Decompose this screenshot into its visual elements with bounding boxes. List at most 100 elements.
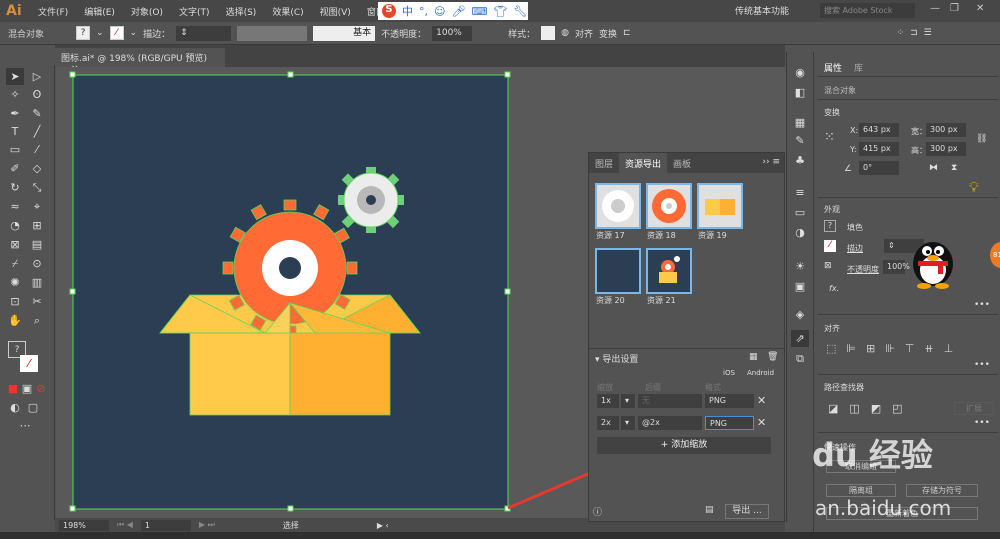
warp-tool-icon[interactable]: ≈ xyxy=(6,198,24,215)
scale-input[interactable]: 1x xyxy=(597,394,619,408)
scale-input[interactable]: 2x xyxy=(597,416,619,430)
stroke-label[interactable]: 描边 xyxy=(847,243,863,254)
menu-icon[interactable]: ☰ xyxy=(924,28,932,38)
asset-thumb[interactable] xyxy=(595,183,641,229)
asset-label[interactable]: 资源 17 xyxy=(596,230,625,241)
draw-mode-icon[interactable]: ◐ xyxy=(6,399,24,416)
menu-object[interactable]: 对象(O) xyxy=(123,5,171,18)
layers-icon[interactable]: ◈ xyxy=(791,306,809,323)
minimize-button[interactable]: — xyxy=(930,3,940,14)
emoji-icon[interactable]: ☺ xyxy=(434,5,445,18)
fx-button[interactable]: fx. xyxy=(829,284,839,293)
tab-properties[interactable]: 属性 xyxy=(818,57,849,78)
height-input[interactable]: 300 px xyxy=(926,142,966,156)
menu-select[interactable]: 选择(S) xyxy=(218,5,265,18)
status-arrow-icon[interactable]: ▶ ‹ xyxy=(377,521,389,530)
format-select[interactable]: PNG xyxy=(705,416,754,430)
status-mode[interactable]: 选择 xyxy=(283,520,299,531)
slice-tool-icon[interactable]: ✂ xyxy=(28,293,46,310)
asset-thumb[interactable] xyxy=(595,248,641,294)
stroke-color-icon[interactable]: ⁄ xyxy=(20,355,38,372)
opacity-input[interactable]: 100% xyxy=(432,25,473,41)
menu-effect[interactable]: 效果(C) xyxy=(264,5,311,18)
tab-asset-export[interactable]: 资源导出 xyxy=(619,153,668,173)
menu-view[interactable]: 视图(V) xyxy=(312,5,359,18)
suffix-input[interactable]: @2x xyxy=(638,416,702,430)
gradient-icon[interactable]: ▭ xyxy=(791,204,809,221)
brush-tool-icon[interactable]: ⁄ xyxy=(28,141,46,158)
flip-vertical-icon[interactable]: ⧗ xyxy=(951,163,957,173)
rotate-tool-icon[interactable]: ↻ xyxy=(6,179,24,196)
opacity-label[interactable]: 不透明度 xyxy=(847,264,879,275)
trash-icon[interactable]: 🗑︎ xyxy=(767,352,778,362)
suffix-input[interactable]: 无 xyxy=(638,394,702,408)
stroke-weight-input[interactable]: ⇕ xyxy=(176,25,232,41)
tab-layers[interactable]: 图层 xyxy=(589,153,619,173)
edit-toolbar-icon[interactable]: ⋯ xyxy=(16,417,34,434)
remove-scale-icon[interactable]: ✕ xyxy=(757,394,766,407)
asset-thumb[interactable] xyxy=(697,183,743,229)
grid-icon[interactable]: ⁘ xyxy=(897,28,905,38)
pen-tool-icon[interactable]: ✒ xyxy=(6,105,24,122)
appearance-icon[interactable]: ☀ xyxy=(791,258,809,275)
more-options-icon[interactable]: ••• xyxy=(974,418,990,428)
remove-scale-icon[interactable]: ✕ xyxy=(757,416,766,429)
screen-mode-icon[interactable]: ▢ xyxy=(24,399,42,416)
constrain-link-icon[interactable]: ⛓ xyxy=(976,134,987,144)
format-select[interactable]: PNG xyxy=(705,394,754,408)
opacity-input[interactable]: 100% xyxy=(883,260,910,274)
eraser-tool-icon[interactable]: ◇ xyxy=(28,160,46,177)
swatches-icon[interactable]: ▦ xyxy=(791,114,809,131)
preset-android[interactable]: Android xyxy=(747,369,774,377)
align-link[interactable]: 对齐 xyxy=(575,27,593,40)
asset-label[interactable]: 资源 19 xyxy=(698,230,727,241)
preset-ios[interactable]: iOS xyxy=(723,369,735,377)
pathfinder-icon[interactable]: ⊏ xyxy=(623,28,631,38)
variable-width-select[interactable] xyxy=(237,25,308,41)
scale-tool-icon[interactable]: ⤡ xyxy=(28,179,46,196)
ime-lang[interactable]: 中 xyxy=(402,3,413,19)
symbols-icon[interactable]: ♣ xyxy=(791,152,809,169)
rectangle-tool-icon[interactable]: ▭ xyxy=(6,141,24,158)
mesh-tool-icon[interactable]: ⊠ xyxy=(6,236,24,253)
shape-builder-icon[interactable]: ◔ xyxy=(6,217,24,234)
artboard-tool-icon[interactable]: ⊡ xyxy=(6,293,24,310)
gradient-panel-icon[interactable]: ◧ xyxy=(791,84,809,101)
graphic-styles-icon[interactable]: ▣ xyxy=(791,278,809,295)
stock-search-input[interactable]: 搜索 Adobe Stock xyxy=(820,3,915,18)
zoom-select[interactable]: 198% xyxy=(59,519,109,531)
next-artboard-icon[interactable]: ▶ ⏭ xyxy=(199,520,215,530)
info-icon[interactable]: ⓘ xyxy=(593,505,602,518)
document-tab[interactable]: 图标.ai* @ 198% (RGB/GPU 预览) × xyxy=(55,48,225,74)
fill-swatch[interactable]: ? xyxy=(824,220,836,232)
first-artboard-icon[interactable]: ⏮ ◀ xyxy=(117,520,133,530)
mic-icon[interactable]: 🎤︎ xyxy=(451,5,465,18)
blend-tool-icon[interactable]: ⊙ xyxy=(28,255,46,272)
hand-tool-icon[interactable]: ✋ xyxy=(6,312,24,329)
free-transform-icon[interactable]: ⌖ xyxy=(28,198,46,215)
ime-toolbar[interactable]: S 中 °, ☺ 🎤︎ ⌨ 👕︎ 🔧︎ xyxy=(378,2,528,20)
new-icon[interactable]: ▦ xyxy=(749,352,758,362)
artboard-select[interactable]: 1 xyxy=(140,519,191,531)
close-window-button[interactable]: ✕ xyxy=(976,3,984,14)
asset-thumb[interactable] xyxy=(646,183,692,229)
fill-swatch[interactable]: ? xyxy=(76,26,90,40)
align-buttons[interactable]: ⬚⊫⊞⊪⊤⧺⊥ xyxy=(826,342,963,355)
ime-punct[interactable]: °, xyxy=(419,5,428,18)
brushes-icon[interactable]: ✎ xyxy=(791,132,809,149)
lasso-icon[interactable]: ʘ xyxy=(28,86,46,103)
scale-dropdown[interactable]: ▾ xyxy=(621,416,635,430)
export-settings-title[interactable]: ▾ 导出设置 xyxy=(595,352,638,365)
asset-label[interactable]: 资源 18 xyxy=(647,230,676,241)
wrench-icon[interactable]: 🔧︎ xyxy=(513,5,527,18)
selection-tool-icon[interactable]: ➤ xyxy=(6,68,24,85)
tab-libraries[interactable]: 库 xyxy=(854,61,863,74)
asset-thumb[interactable] xyxy=(646,248,692,294)
stroke-swatch[interactable]: ⁄ xyxy=(824,240,836,252)
perspective-icon[interactable]: ⊞ xyxy=(28,217,46,234)
libraries-icon[interactable]: ◉ xyxy=(791,64,809,81)
none-mode-icon[interactable]: ⊘ xyxy=(32,380,50,397)
graph-tool-icon[interactable]: ▥ xyxy=(28,274,46,291)
restore-button[interactable]: ❐ xyxy=(950,3,959,14)
recolor-icon[interactable]: ◍ xyxy=(561,28,569,38)
